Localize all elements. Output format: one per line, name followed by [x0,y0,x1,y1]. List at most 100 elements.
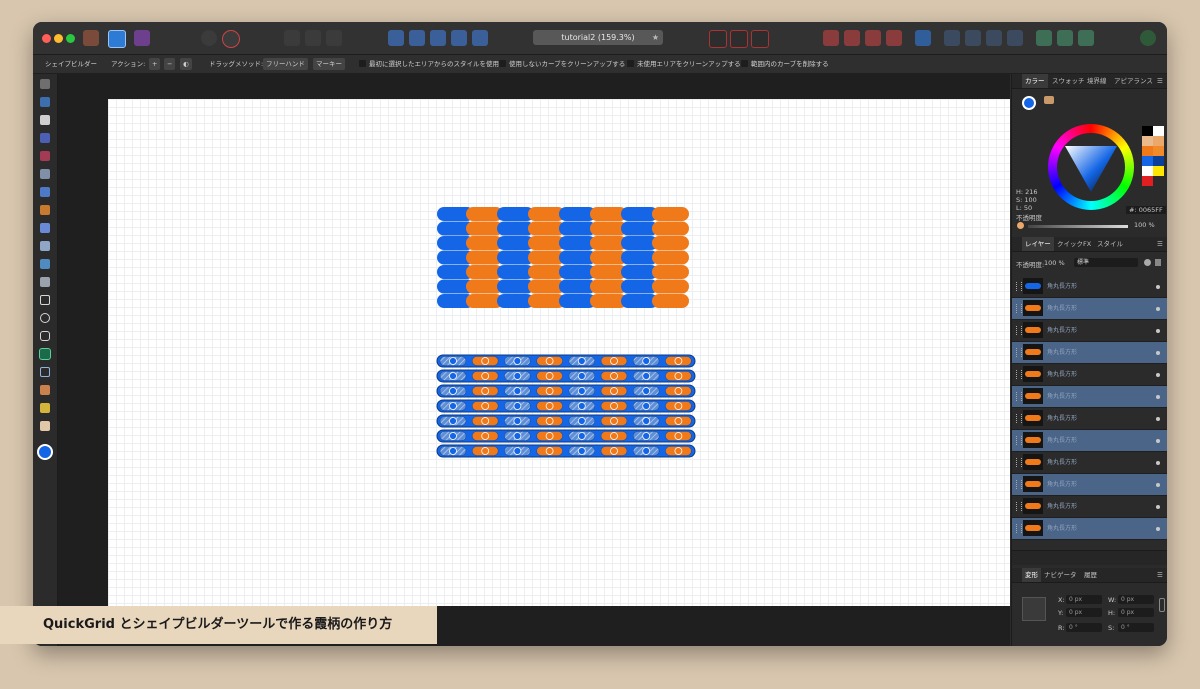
rounded-rectangle-tool-icon[interactable] [40,331,50,341]
arrange-forward-icon[interactable] [430,30,446,46]
segment-node[interactable] [642,447,651,455]
segment-node[interactable] [577,432,586,440]
segment-node[interactable] [449,432,457,440]
tab-color[interactable]: カラー [1022,74,1048,88]
visibility-dot-icon[interactable] [1156,505,1160,509]
tab-navigator[interactable]: ナビゲータ [1044,568,1077,582]
w-field[interactable]: 0 px [1118,595,1154,604]
segment-node[interactable] [545,402,554,410]
layer-row[interactable]: 角丸長方形 [1012,452,1167,474]
color-wheel[interactable] [1048,124,1134,210]
segment-node[interactable] [481,417,490,425]
layer-opacity-value[interactable]: 100 % [1044,259,1065,267]
layers-menu-icon[interactable]: ☰ [1157,237,1163,251]
zoom-window-button[interactable] [66,34,75,43]
segment-node[interactable] [481,447,490,455]
visibility-dot-icon[interactable] [1156,285,1160,289]
segment-node[interactable] [610,432,618,440]
close-window-button[interactable] [42,34,51,43]
group-icon[interactable] [472,30,488,46]
tab-quick-fx[interactable]: クイックFX [1057,237,1091,251]
clean-areas-checkbox[interactable] [627,60,634,67]
segment-node[interactable] [674,417,683,425]
view-mode-icon[interactable] [201,30,217,46]
transform-menu-icon[interactable]: ☰ [1157,568,1163,582]
tab-styles[interactable]: スタイル [1097,237,1123,251]
layer-lock-icon[interactable] [1155,259,1161,266]
layer-grip-icon[interactable] [1016,304,1022,313]
hand-tool-icon[interactable] [40,421,50,431]
segment-node[interactable] [481,357,490,365]
segment-node[interactable] [449,402,457,410]
drag-freehand-button[interactable]: フリーハンド [263,58,308,70]
tab-transform[interactable]: 変形 [1022,568,1041,582]
wave-segment[interactable] [652,294,689,308]
canvas-area[interactable] [58,74,1010,646]
flip-horizontal-icon[interactable] [944,30,960,46]
visibility-dot-icon[interactable] [1156,461,1160,465]
visibility-dot-icon[interactable] [1156,439,1160,443]
layer-grip-icon[interactable] [1016,326,1022,335]
rectangle-tool-icon[interactable] [40,295,50,305]
visibility-dot-icon[interactable] [1156,307,1160,311]
opacity-value[interactable]: 100 % [1134,221,1155,229]
minimize-window-button[interactable] [54,34,63,43]
eyedropper-icon[interactable] [1044,96,1054,104]
layer-grip-icon[interactable] [1016,414,1022,423]
segment-node[interactable] [449,387,457,395]
layer-grip-icon[interactable] [1016,370,1022,379]
text-tool-icon[interactable] [40,367,50,377]
wave-segment[interactable] [652,265,689,279]
arrange-front-icon[interactable] [451,30,467,46]
segment-node[interactable] [577,387,586,395]
node-tool-icon[interactable] [40,115,50,125]
segment-node[interactable] [642,432,651,440]
segment-node[interactable] [642,417,651,425]
crop-tool-icon[interactable] [40,277,50,287]
visibility-dot-icon[interactable] [1156,351,1160,355]
layer-row[interactable]: 角丸長方形 [1012,298,1167,320]
segment-node[interactable] [577,372,586,380]
brush-tool-icon[interactable] [40,205,50,215]
layer-grip-icon[interactable] [1016,524,1022,533]
designer-persona-icon[interactable] [108,30,126,48]
anchor-selector[interactable] [1022,597,1046,621]
fill-stroke-icon[interactable] [37,444,53,460]
settings-gear-icon[interactable] [222,30,240,48]
wave-segment[interactable] [652,279,689,294]
segment-node[interactable] [545,432,554,440]
segment-node[interactable] [545,447,554,455]
segment-node[interactable] [577,417,586,425]
proportion-lock-icon[interactable] [1159,598,1165,612]
visibility-dot-icon[interactable] [1156,329,1160,333]
move-tool-icon[interactable] [40,79,50,89]
layer-grip-icon[interactable] [1016,480,1022,489]
wave-segment[interactable] [652,236,689,250]
tab-layers[interactable]: レイヤー [1022,237,1054,251]
segment-node[interactable] [610,417,618,425]
segment-node[interactable] [449,357,457,365]
visibility-dot-icon[interactable] [1156,527,1160,531]
x-field[interactable]: 0 px [1066,595,1102,604]
layer-row[interactable]: 角丸長方形 [1012,408,1167,430]
layer-row[interactable]: 角丸長方形 [1012,364,1167,386]
insert-behind-icon[interactable] [751,30,769,48]
layer-row[interactable]: 角丸長方形 [1012,276,1167,298]
delete-curves-checkbox[interactable] [741,60,748,67]
layer-row[interactable]: 角丸長方形 [1012,518,1167,540]
image-tool-icon[interactable] [40,259,50,269]
measure-tool-icon[interactable] [40,403,50,413]
boolean-add-icon[interactable] [823,30,839,46]
segment-node[interactable] [545,357,554,365]
segment-node[interactable] [642,387,651,395]
ellipse-tool-icon[interactable] [40,313,50,323]
opacity-slider[interactable] [1028,225,1128,228]
assistant-icon[interactable] [1036,30,1052,46]
segment-node[interactable] [610,372,618,380]
preferences-icon[interactable] [1078,30,1094,46]
segment-node[interactable] [481,402,490,410]
first-style-checkbox[interactable] [359,60,366,67]
layer-row[interactable]: 角丸長方形 [1012,430,1167,452]
segment-node[interactable] [545,387,554,395]
boolean-intersect-icon[interactable] [865,30,881,46]
